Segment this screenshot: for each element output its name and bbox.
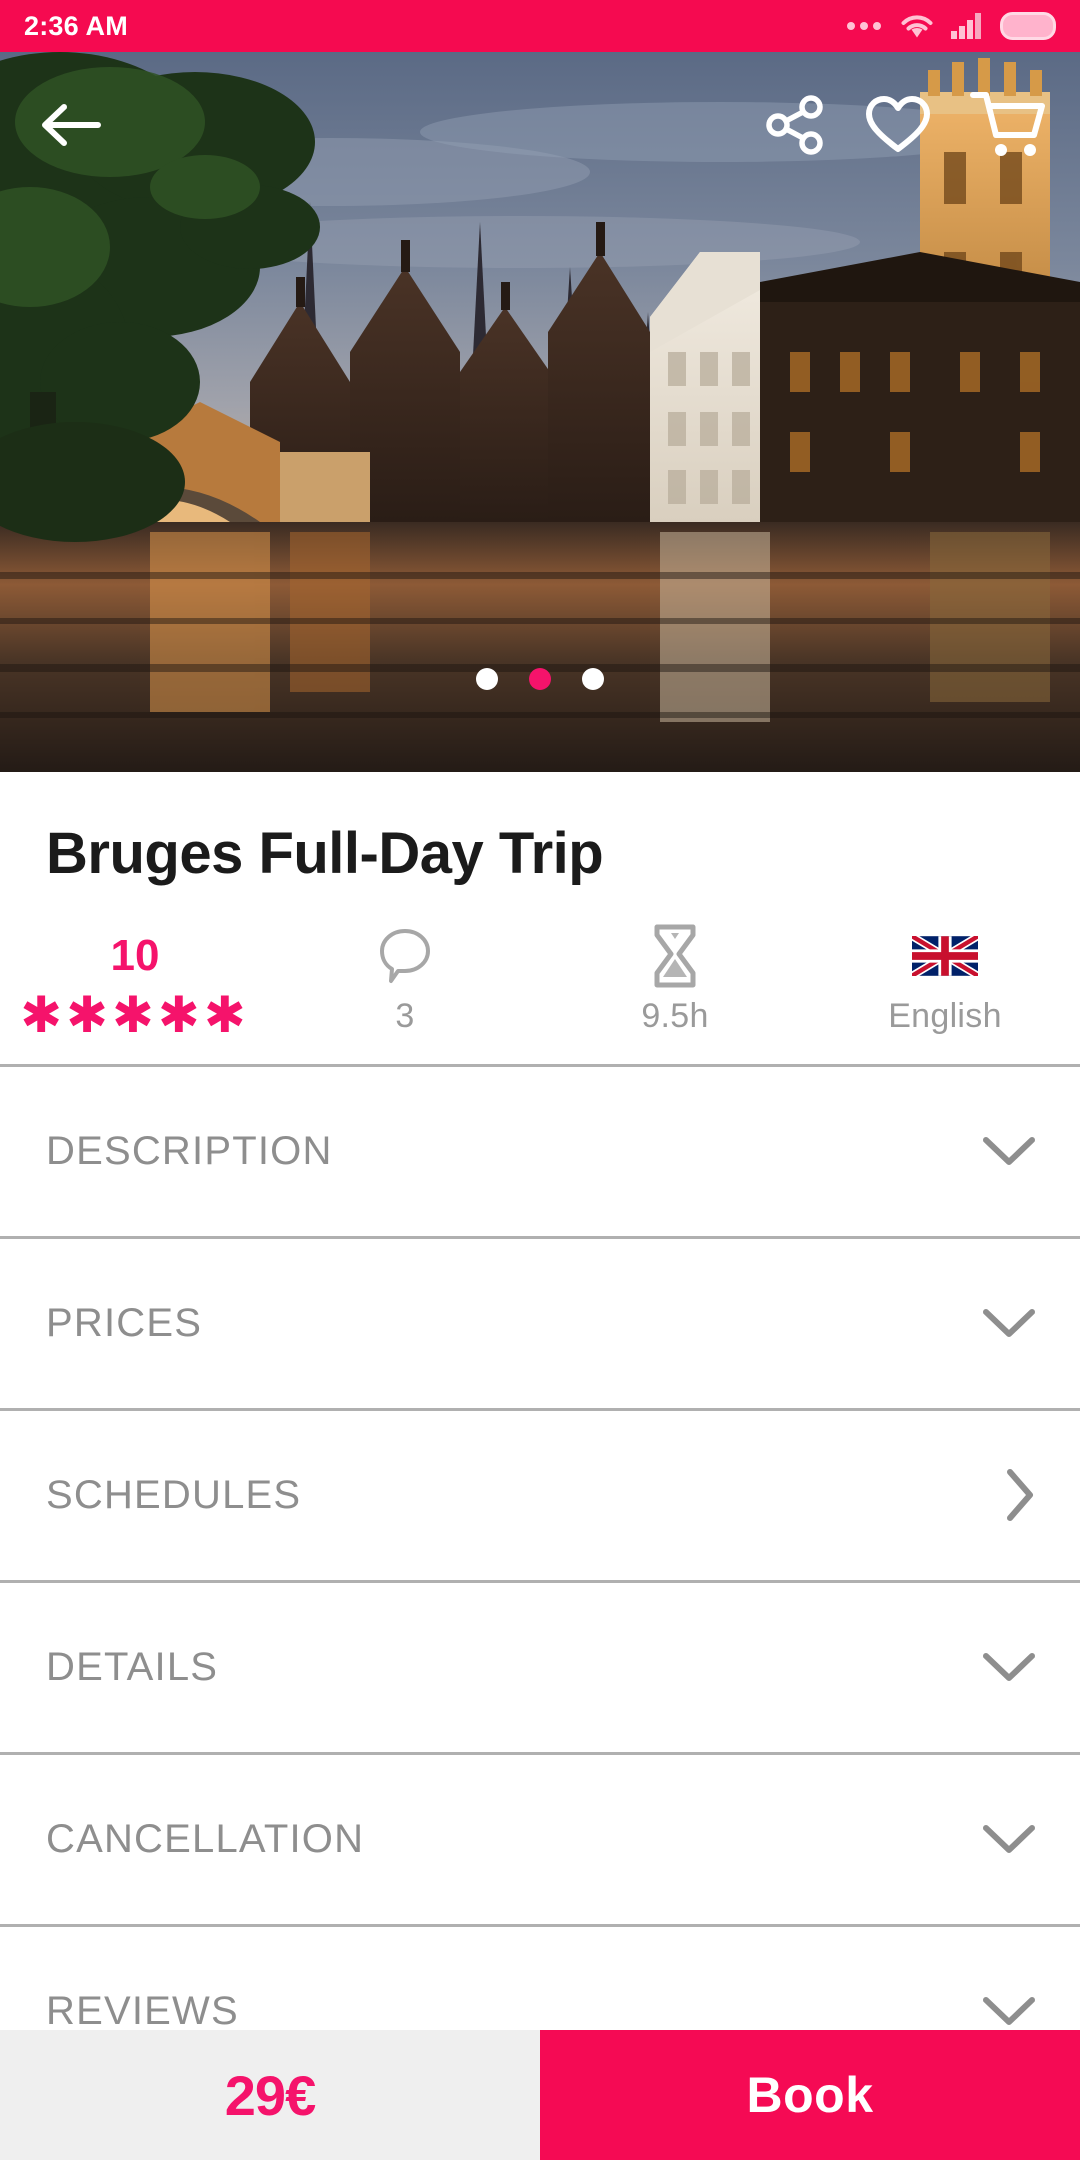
carousel-dot-1[interactable]: [476, 668, 498, 690]
section-label-prices: PRICES: [46, 1300, 203, 1345]
chevron-down-icon[interactable]: [982, 1823, 1036, 1855]
carousel-dot-3[interactable]: [582, 668, 604, 690]
rating-score-wrap: 10: [111, 921, 160, 991]
share-button[interactable]: [764, 94, 826, 156]
section-row-description[interactable]: DESCRIPTION: [0, 1066, 1080, 1239]
info-reviews: 3: [270, 921, 540, 1036]
bottom-action-bar: 29€ Book: [0, 2030, 1080, 2160]
page-title: Bruges Full-Day Trip: [46, 821, 604, 886]
detail-sections: DESCRIPTION PRICES SCHEDULES DETAILS CAN: [0, 1063, 1080, 2099]
chevron-down-icon[interactable]: [982, 1135, 1036, 1167]
star-rating-icon: ✱✱✱✱✱: [20, 986, 250, 1043]
info-language: English: [810, 921, 1080, 1036]
status-bar-time: 2:36 AM: [24, 10, 128, 41]
heart-icon: [866, 95, 930, 152]
status-bar-icons: [847, 12, 1056, 40]
share-icon: [766, 94, 823, 155]
carousel-dots: [0, 668, 1080, 690]
back-button[interactable]: [40, 102, 102, 148]
section-row-details[interactable]: DETAILS: [0, 1582, 1080, 1755]
info-rating: 10 ✱✱✱✱✱: [0, 921, 270, 1043]
language-value: English: [888, 996, 1002, 1035]
book-button[interactable]: Book: [540, 2030, 1080, 2160]
cart-button[interactable]: [970, 90, 1046, 160]
hero-topbar: [0, 52, 1080, 197]
section-label-schedules: SCHEDULES: [46, 1472, 302, 1517]
hero-action-buttons: [764, 90, 1046, 160]
comment-bubble-icon: [380, 928, 430, 983]
rating-score: 10: [110, 930, 160, 980]
chevron-down-icon[interactable]: [982, 1307, 1036, 1339]
cart-icon: [970, 91, 1045, 156]
section-row-prices[interactable]: PRICES: [0, 1238, 1080, 1411]
flag-wrap: [912, 921, 978, 991]
hourglass-icon: [654, 924, 696, 988]
product-content: Bruges Full-Day Trip 10 ✱✱✱✱✱ 3 9.5h Eng…: [0, 772, 1080, 2099]
section-label-details: DETAILS: [46, 1644, 219, 1689]
hero-image-carousel[interactable]: [0, 52, 1080, 772]
uk-flag-icon: [912, 935, 978, 976]
hourglass-wrap: [649, 921, 701, 991]
info-duration: 9.5h: [540, 921, 810, 1036]
section-row-schedules[interactable]: SCHEDULES: [0, 1410, 1080, 1583]
chevron-right-icon[interactable]: [1004, 1468, 1036, 1522]
back-arrow-icon: [42, 103, 101, 146]
status-bar: 2:36 AM: [0, 0, 1080, 52]
section-label-description: DESCRIPTION: [46, 1128, 333, 1173]
product-info-row: 10 ✱✱✱✱✱ 3 9.5h English: [0, 885, 1080, 1064]
more-dots-icon: [847, 22, 881, 30]
section-row-cancellation[interactable]: CANCELLATION: [0, 1754, 1080, 1927]
favorite-button[interactable]: [864, 94, 932, 156]
price-display: 29€: [0, 2030, 540, 2160]
book-button-label: Book: [746, 2067, 874, 2123]
price-value: 29€: [224, 2063, 316, 2127]
wifi-icon: [901, 15, 933, 38]
carousel-dot-2-active[interactable]: [529, 668, 551, 690]
battery-icon: [1000, 12, 1056, 40]
section-label-reviews: REVIEWS: [46, 1988, 239, 2033]
comment-bubble-wrap: [378, 921, 432, 991]
cellular-signal-icon: [951, 13, 981, 39]
reviews-count: 3: [395, 996, 415, 1035]
section-label-cancellation: CANCELLATION: [46, 1816, 365, 1861]
duration-value: 9.5h: [641, 996, 709, 1035]
chevron-down-icon[interactable]: [982, 1651, 1036, 1683]
chevron-down-icon[interactable]: [982, 1995, 1036, 2027]
